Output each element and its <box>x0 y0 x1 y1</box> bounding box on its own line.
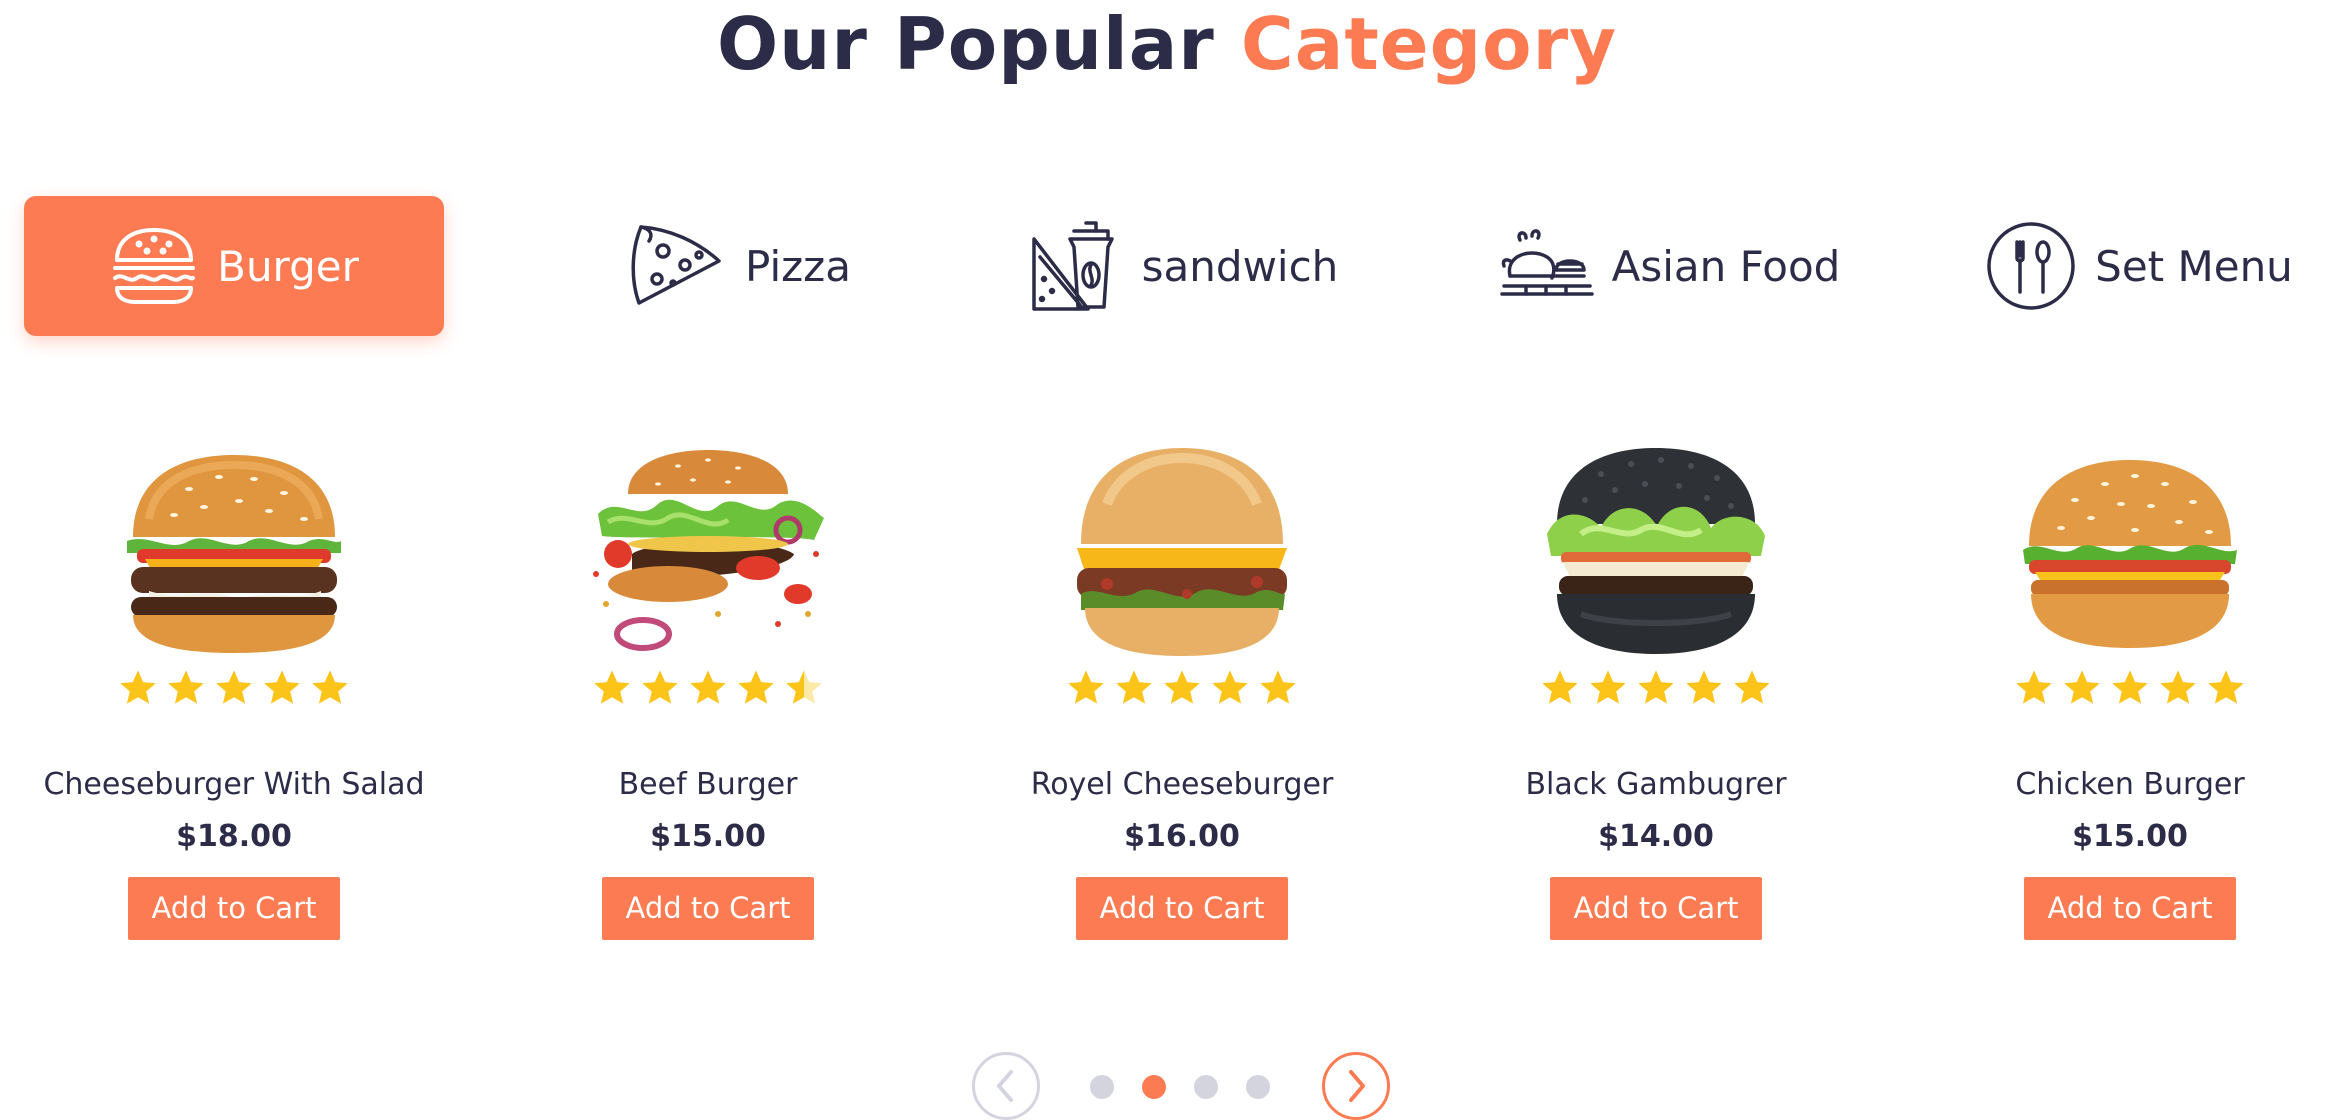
product-price: $15.00 <box>2072 818 2188 854</box>
star-full-icon <box>312 670 348 704</box>
chevron-right-icon <box>1349 1070 1365 1102</box>
next-button[interactable] <box>1322 1052 1390 1120</box>
star-full-icon <box>1068 670 1104 704</box>
roast-chicken-icon <box>1498 228 1594 304</box>
product-price: $15.00 <box>650 818 766 854</box>
star-full-icon <box>1164 670 1200 704</box>
pizza-icon <box>627 221 727 311</box>
tab-asian-food[interactable]: Asian Food <box>1494 196 1844 336</box>
section-title: Our Popular Category <box>0 0 2334 88</box>
product-card: Chicken Burger $15.00 Add to Cart <box>1920 440 2334 941</box>
star-full-icon <box>264 670 300 704</box>
title-main: Our Popular <box>716 2 1241 86</box>
product-card: Royel Cheeseburger $16.00 Add to Cart <box>972 440 1392 941</box>
star-half-icon <box>786 670 822 704</box>
star-full-icon <box>2016 670 2052 704</box>
tab-pizza[interactable]: Pizza <box>584 196 894 336</box>
star-rating <box>592 661 824 712</box>
tab-label: Burger <box>217 241 359 291</box>
star-rating <box>1066 661 1298 712</box>
category-tabs: Burger Pizza sandwich Asian Food Set Men… <box>24 196 2314 336</box>
star-full-icon <box>1686 670 1722 704</box>
chevron-left-icon <box>997 1070 1013 1102</box>
sandwich-coffee-icon <box>1030 219 1124 313</box>
product-card: Beef Burger $15.00 Add to Cart <box>498 440 918 941</box>
chicken-burger-image[interactable] <box>2010 440 2250 667</box>
cheeseburger-image[interactable] <box>114 440 354 667</box>
product-name[interactable]: Cheeseburger With Salad <box>43 765 424 805</box>
title-accent: Category <box>1240 2 1618 86</box>
tab-label: Set Menu <box>2095 241 2293 291</box>
star-full-icon <box>1590 670 1626 704</box>
black-burger-image[interactable] <box>1536 440 1776 667</box>
pagination-dot[interactable] <box>1090 1075 1114 1099</box>
royal-cheeseburger-image[interactable] <box>1062 440 1302 667</box>
tab-sandwich[interactable]: sandwich <box>1024 196 1344 336</box>
star-full-icon <box>1260 670 1296 704</box>
star-full-icon <box>2160 670 2196 704</box>
tab-burger[interactable]: Burger <box>24 196 444 336</box>
product-name[interactable]: Chicken Burger <box>2015 765 2244 805</box>
product-card: Black Gambugrer $14.00 Add to Cart <box>1446 440 1866 941</box>
star-full-icon <box>594 670 630 704</box>
star-full-icon <box>2208 670 2244 704</box>
tab-label: Pizza <box>745 241 851 291</box>
star-full-icon <box>168 670 204 704</box>
beef-burger-image[interactable] <box>588 440 828 667</box>
star-full-icon <box>690 670 726 704</box>
star-full-icon <box>2112 670 2148 704</box>
product-name[interactable]: Royel Cheeseburger <box>1031 765 1334 805</box>
pagination-dots <box>1090 1075 1270 1099</box>
star-rating <box>118 661 350 712</box>
add-to-cart-button[interactable]: Add to Cart <box>1550 876 1762 941</box>
star-full-icon <box>1638 670 1674 704</box>
product-price: $18.00 <box>176 818 292 854</box>
product-list: Cheeseburger With Salad $18.00 Add to Ca… <box>0 440 2334 960</box>
star-full-icon <box>216 670 252 704</box>
star-full-icon <box>1212 670 1248 704</box>
popular-category-section: Our Popular Category Burger Pizza sandwi… <box>0 0 2334 1120</box>
carousel-pager <box>0 1052 2334 1120</box>
tab-set-menu[interactable]: Set Menu <box>1974 196 2304 336</box>
pagination-dot[interactable] <box>1194 1075 1218 1099</box>
add-to-cart-button[interactable]: Add to Cart <box>602 876 814 941</box>
product-name[interactable]: Beef Burger <box>619 765 798 805</box>
product-price: $14.00 <box>1598 818 1714 854</box>
star-full-icon <box>738 670 774 704</box>
star-full-icon <box>1734 670 1770 704</box>
product-price: $16.00 <box>1124 818 1240 854</box>
star-rating <box>2014 661 2246 712</box>
previous-button[interactable] <box>972 1052 1040 1120</box>
pagination-dot[interactable] <box>1246 1075 1270 1099</box>
product-card: Cheeseburger With Salad $18.00 Add to Ca… <box>24 440 444 941</box>
product-name[interactable]: Black Gambugrer <box>1525 765 1786 805</box>
add-to-cart-button[interactable]: Add to Cart <box>128 876 340 941</box>
star-full-icon <box>642 670 678 704</box>
star-full-icon <box>1542 670 1578 704</box>
fork-spoon-plate-icon <box>1985 220 2077 312</box>
tab-label: sandwich <box>1141 241 1339 291</box>
add-to-cart-button[interactable]: Add to Cart <box>1076 876 1288 941</box>
star-full-icon <box>1116 670 1152 704</box>
burger-icon <box>109 226 199 306</box>
tab-label: Asian Food <box>1611 241 1841 291</box>
add-to-cart-button[interactable]: Add to Cart <box>2024 876 2236 941</box>
star-rating <box>1540 661 1772 712</box>
star-full-icon <box>120 670 156 704</box>
pagination-dot[interactable] <box>1142 1075 1166 1099</box>
star-full-icon <box>2064 670 2100 704</box>
